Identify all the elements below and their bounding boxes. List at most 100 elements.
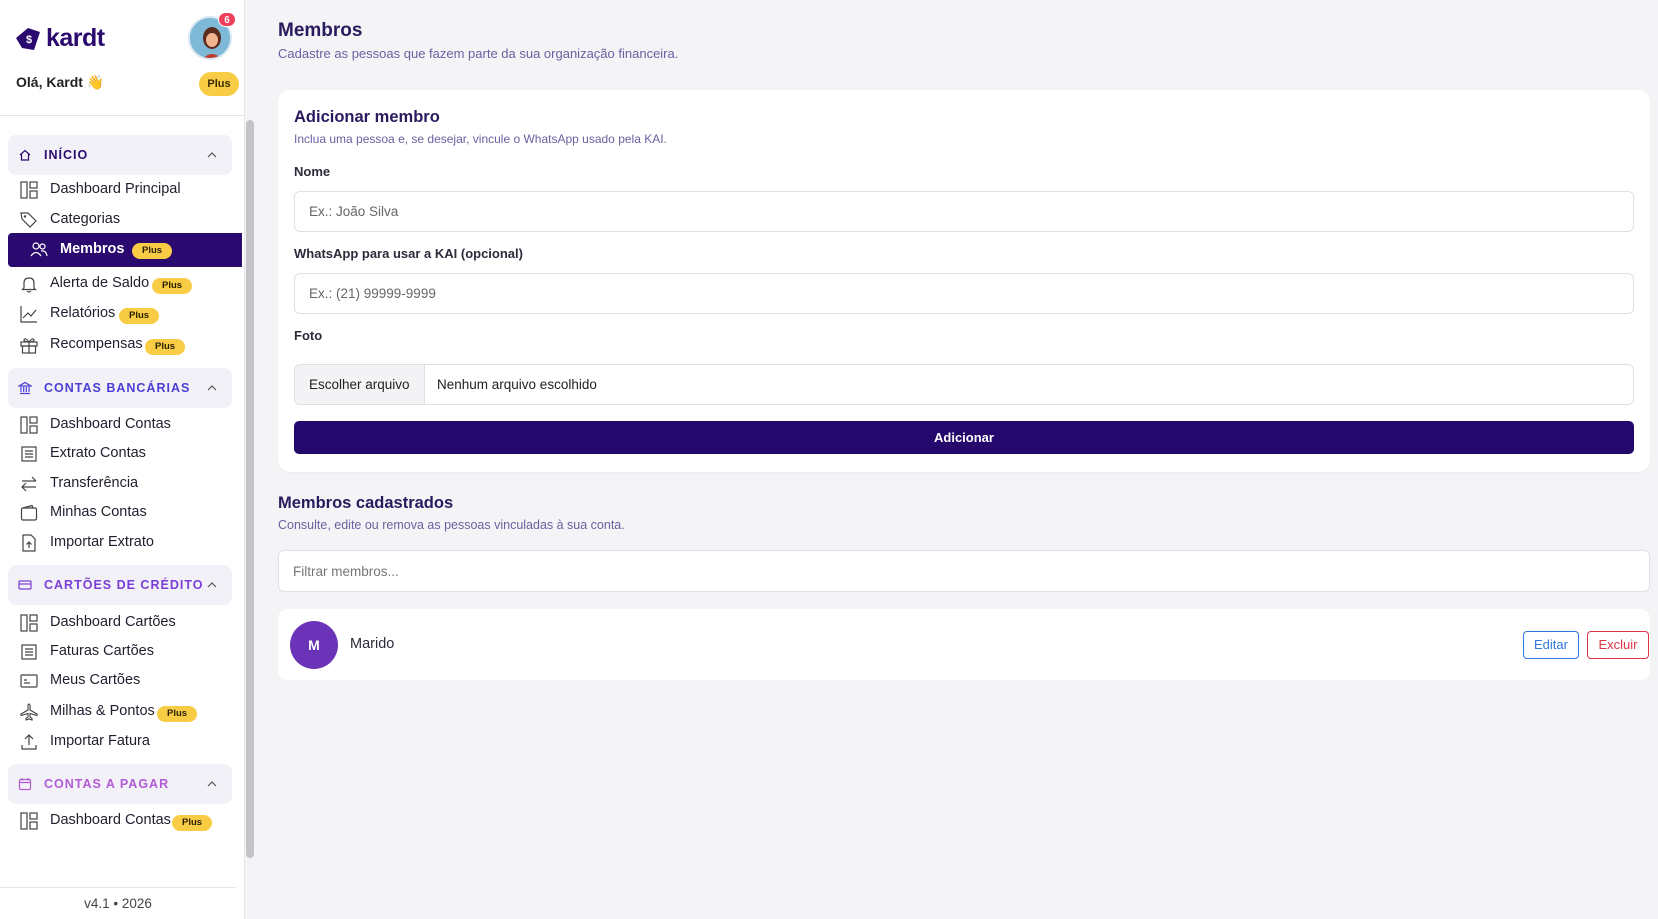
sidebar-item-relatorios[interactable]: Relatórios Plus [8, 298, 242, 329]
notification-badge[interactable]: 6 [218, 12, 236, 27]
whatsapp-input[interactable] [294, 273, 1634, 314]
bell-icon [21, 277, 37, 293]
sidebar-item-dashboard-cartoes[interactable]: Dashboard Cartões [8, 607, 242, 638]
section-inicio[interactable]: INÍCIO [8, 135, 232, 175]
sidebar-item-faturas-cartoes[interactable]: Faturas Cartões [8, 636, 242, 667]
sidebar-item-label: Faturas Cartões [50, 643, 154, 659]
members-list-title: Membros cadastrados [278, 494, 454, 512]
file-status: Nenhum arquivo escolhido [437, 377, 597, 392]
sidebar-item-label: Extrato Contas [50, 445, 146, 461]
name-input[interactable] [294, 191, 1634, 232]
member-avatar: M [290, 621, 338, 669]
members-list-subtitle: Consulte, edite ou remova as pessoas vin… [278, 518, 625, 532]
sidebar-item-categorias[interactable]: Categorias [8, 204, 242, 235]
transfer-icon [21, 476, 37, 492]
sidebar-item-label: Dashboard Contas [50, 416, 171, 432]
sidebar-item-label: Dashboard Cartões [50, 614, 176, 630]
delete-member-button[interactable]: Excluir [1587, 631, 1649, 659]
plus-badge: Plus [172, 815, 213, 831]
sidebar-item-label: Minhas Contas [50, 504, 147, 520]
sidebar-item-minhas-contas[interactable]: Minhas Contas [8, 497, 242, 528]
sidebar-item-importar-fatura[interactable]: Importar Fatura [8, 726, 242, 757]
dashboard-icon [20, 812, 38, 830]
edit-member-button[interactable]: Editar [1523, 631, 1579, 659]
sidebar-scrollbar[interactable] [246, 120, 254, 858]
sidebar-header: $ kardt Olá, Kardt 👋 6 Plus [0, 0, 244, 116]
sidebar-item-label: Recompensas [50, 336, 143, 352]
users-icon [30, 242, 48, 257]
section-label: CONTAS BANCÁRIAS [44, 381, 191, 395]
sidebar-item-label: Dashboard Contas [50, 812, 171, 828]
plane-icon [20, 703, 38, 721]
app-version: v4.1 • 2026 [0, 887, 236, 911]
page-subtitle: Cadastre as pessoas que fazem parte da s… [278, 46, 679, 61]
sidebar-item-importar-extrato[interactable]: Importar Extrato [8, 527, 242, 558]
sidebar-item-recompensas[interactable]: Recompensas Plus [8, 329, 242, 360]
sidebar-item-extrato-contas[interactable]: Extrato Contas [8, 438, 242, 469]
add-member-card: Adicionar membro Inclua uma pessoa e, se… [278, 90, 1650, 472]
plus-badge: Plus [157, 706, 198, 722]
statement-icon [21, 446, 37, 462]
add-member-button[interactable]: Adicionar [294, 421, 1634, 454]
sidebar-item-label: Importar Fatura [50, 733, 150, 749]
sidebar-item-label: Categorias [50, 211, 121, 227]
sidebar-item-label: Relatórios [50, 305, 116, 321]
sidebar-item-label: Milhas & Pontos [50, 703, 155, 719]
whatsapp-label: WhatsApp para usar a KAI (opcional) [294, 246, 523, 261]
sidebar-item-transferencia[interactable]: Transferência [8, 468, 242, 499]
sidebar-item-label: Transferência [50, 475, 139, 491]
dashboard-icon [20, 416, 38, 434]
plus-badge: Plus [119, 308, 160, 324]
statement-icon [21, 644, 37, 660]
page-title: Membros [278, 20, 363, 41]
plus-badge: Plus [145, 339, 186, 355]
sidebar-item-alerta-de-saldo[interactable]: Alerta de Saldo Plus [8, 268, 242, 299]
sidebar-item-membros[interactable]: Membros Plus [8, 233, 242, 267]
photo-label: Foto [294, 328, 323, 343]
brand-name: kardt [46, 24, 105, 52]
greeting: Olá, Kardt 👋 [16, 74, 105, 90]
member-name: Marido [350, 636, 395, 652]
member-row: M Marido Editar Excluir [278, 609, 1650, 680]
card-list-icon [20, 674, 38, 688]
bank-icon [18, 381, 32, 395]
chevron-up-icon [207, 385, 217, 391]
sidebar-item-dashboard-principal[interactable]: Dashboard Principal [8, 174, 242, 205]
chart-line-icon [20, 306, 37, 323]
chevron-up-icon [207, 781, 217, 787]
logo[interactable]: $ kardt [14, 24, 105, 53]
section-contas-a-pagar[interactable]: CONTAS A PAGAR [8, 764, 232, 804]
sidebar-item-label: Meus Cartões [50, 672, 141, 688]
credit-card-icon [18, 580, 32, 590]
plus-badge: Plus [132, 243, 173, 259]
section-contas-bancarias[interactable]: CONTAS BANCÁRIAS [8, 368, 232, 408]
svg-text:$: $ [26, 34, 32, 46]
card-subtitle: Inclua uma pessoa e, se desejar, vincule… [294, 132, 667, 146]
sidebar-item-milhas-pontos[interactable]: Milhas & Pontos Plus [8, 696, 242, 727]
gift-icon [20, 338, 38, 354]
sidebar-item-label: Dashboard Principal [50, 181, 181, 197]
plus-badge: Plus [152, 278, 193, 294]
section-label: INÍCIO [44, 148, 89, 162]
sidebar-nav: INÍCIO Dashboard Principal Categorias Me… [0, 117, 242, 887]
sidebar-item-dashboard-contas[interactable]: Dashboard Contas [8, 409, 242, 440]
main-content: Membros Cadastre as pessoas que fazem pa… [270, 0, 1658, 919]
calendar-icon [18, 778, 32, 791]
file-upload-icon [22, 534, 36, 552]
sidebar-item-dashboard-contas-pagar[interactable]: Dashboard Contas Plus [8, 805, 242, 836]
card-title: Adicionar membro [294, 108, 440, 126]
sidebar-item-meus-cartoes[interactable]: Meus Cartões [8, 665, 242, 696]
name-label: Nome [294, 164, 331, 179]
choose-file-button[interactable]: Escolher arquivo [295, 365, 425, 404]
sidebar-item-label: Alerta de Saldo [50, 275, 150, 291]
plan-badge[interactable]: Plus [199, 72, 239, 96]
filter-members-input[interactable] [278, 550, 1650, 592]
tag-icon [20, 212, 37, 228]
dashboard-icon [20, 181, 38, 199]
chevron-up-icon [207, 152, 217, 158]
sidebar-item-label: Importar Extrato [50, 534, 154, 550]
photo-file-input[interactable]: Escolher arquivo Nenhum arquivo escolhid… [294, 364, 1634, 405]
chevron-up-icon [207, 582, 217, 588]
section-cartoes-de-credito[interactable]: CARTÕES DE CRÉDITO [8, 565, 232, 605]
section-label: CARTÕES DE CRÉDITO [44, 578, 204, 592]
